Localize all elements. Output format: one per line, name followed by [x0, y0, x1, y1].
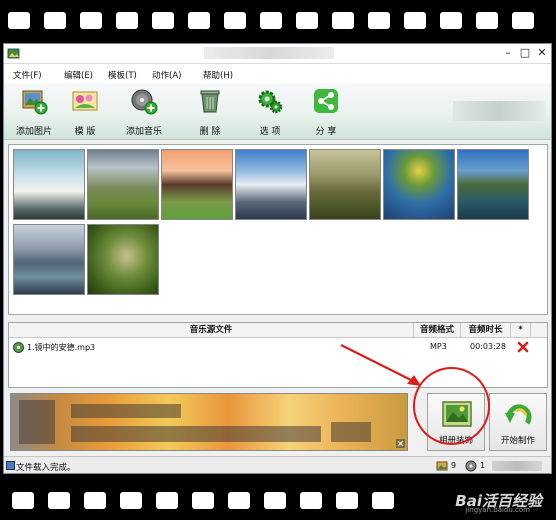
add-picture-icon: [22, 90, 48, 115]
status-icon: [6, 461, 15, 470]
menu-file[interactable]: 文件(F): [13, 69, 42, 81]
refresh-arrow-icon: [505, 404, 532, 425]
annotation-circle: [413, 367, 490, 445]
maximize-button[interactable]: □: [518, 47, 532, 60]
music-list-header: 音乐源文件 音频格式 音频时长 *: [9, 323, 547, 338]
thumbnail[interactable]: [309, 149, 381, 220]
table-row[interactable]: 1.镜中的安德.mp3 MP3 00:03:28: [9, 340, 547, 356]
thumbnail[interactable]: [13, 149, 85, 220]
title-bar: – □ ✕: [4, 44, 551, 64]
start-make-label: 开始制作: [500, 436, 535, 446]
template-icon: [72, 91, 98, 111]
share-button[interactable]: 分 享: [301, 87, 351, 137]
add-music-icon: [131, 89, 158, 115]
template-label: 模 版: [74, 127, 96, 137]
menu-action[interactable]: 动作(A): [152, 69, 181, 81]
toolbar: 添加图片 模 版 添加音乐 删 除 选 项 分 享: [4, 83, 551, 140]
music-duration: 00:03:28: [470, 342, 506, 351]
menu-template[interactable]: 模板(T): [108, 69, 137, 81]
status-text: 文件载入完成。: [16, 463, 76, 473]
share-label: 分 享: [315, 127, 337, 137]
options-button[interactable]: 选 项: [245, 87, 295, 137]
delete-label: 删 除: [199, 127, 221, 137]
remove-x-icon[interactable]: [517, 341, 529, 353]
thumbnail[interactable]: [87, 149, 159, 220]
music-count-icon: [465, 460, 477, 472]
minimize-button[interactable]: –: [501, 47, 515, 60]
title-blurred: [204, 47, 334, 59]
thumbnail[interactable]: [383, 149, 455, 220]
menu-help[interactable]: 帮助(H): [203, 69, 233, 81]
template-button[interactable]: 模 版: [60, 87, 110, 137]
add-music-button[interactable]: 添加音乐: [119, 87, 169, 137]
watermark-url: jingyan.baidu.com: [465, 506, 530, 514]
col-audio-duration[interactable]: 音频时长: [461, 323, 511, 338]
thumbnail[interactable]: [161, 149, 233, 220]
banner-close-icon[interactable]: [396, 439, 405, 448]
col-music-source[interactable]: 音乐源文件: [9, 323, 414, 338]
music-disc-icon: [13, 342, 24, 353]
add-picture-button[interactable]: 添加图片: [9, 87, 59, 137]
options-label: 选 项: [259, 127, 281, 137]
image-count: 9: [451, 461, 457, 470]
gear-icon: [258, 90, 283, 114]
add-music-label: 添加音乐: [125, 127, 162, 137]
picture-gallery[interactable]: [8, 144, 548, 315]
thumbnail[interactable]: [457, 149, 529, 220]
thumbnail[interactable]: [13, 224, 85, 295]
thumbnail[interactable]: [87, 224, 159, 295]
annotation-arrow: [340, 344, 421, 386]
film-strip-top: [0, 0, 556, 40]
add-picture-label: 添加图片: [15, 127, 52, 137]
start-make-button[interactable]: 开始制作: [489, 393, 547, 451]
ad-banner[interactable]: [10, 393, 408, 451]
thumbnail[interactable]: [235, 149, 307, 220]
image-count-icon: [436, 461, 448, 471]
delete-button[interactable]: 删 除: [185, 87, 235, 137]
col-remove[interactable]: *: [511, 323, 531, 338]
trash-icon: [200, 90, 220, 113]
menu-edit[interactable]: 编辑(E): [64, 69, 93, 81]
music-file-name: 1.镜中的安德.mp3: [27, 343, 96, 352]
toolbar-blurred-area: [453, 101, 545, 121]
status-blurred: [492, 461, 542, 471]
menu-bar: 文件(F) 编辑(E) 模板(T) 动作(A) 帮助(H): [4, 64, 551, 83]
share-icon: [314, 89, 338, 113]
status-bar: 文件载入完成。 9 1: [4, 456, 551, 473]
music-count: 1: [480, 461, 486, 470]
music-format: MP3: [430, 342, 447, 351]
col-audio-format[interactable]: 音频格式: [414, 323, 461, 338]
app-logo-icon: [7, 48, 20, 59]
close-button[interactable]: ✕: [535, 47, 549, 60]
